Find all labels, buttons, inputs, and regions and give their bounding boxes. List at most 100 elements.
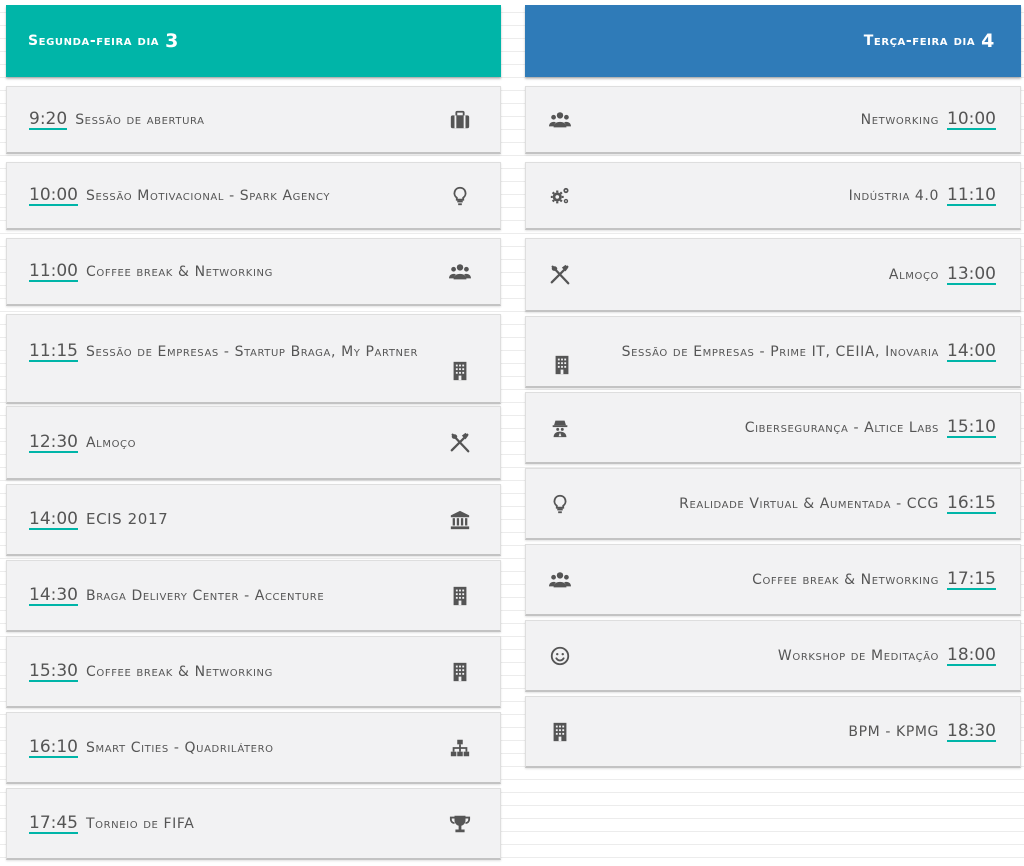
session-line: Workshop de Meditação 18:00 — [596, 646, 996, 666]
session-line: 14:00 ECIS 2017 — [29, 510, 430, 530]
session-line: BPM - KPMG 18:30 — [596, 722, 996, 742]
session-title: Sessão de Empresas - Prime IT, CEIIA, In… — [621, 343, 939, 360]
trophy-icon — [448, 812, 472, 836]
utensils-icon — [548, 263, 572, 287]
briefcase-icon — [448, 108, 472, 132]
session-title: Sessão Motivacional - Spark Agency — [86, 187, 331, 204]
user-secret-icon — [548, 416, 572, 440]
building-icon — [548, 720, 572, 744]
session-title: Coffee break & Networking — [86, 663, 273, 680]
utensils-icon — [448, 431, 472, 455]
day4-label: Terça-feira dia — [863, 33, 976, 49]
smile-icon — [548, 644, 572, 668]
session-line: 14:30 Braga Delivery Center - Accenture — [29, 586, 430, 606]
session-card[interactable]: Networking 10:00 — [525, 86, 1021, 154]
session-time[interactable]: 11:10 — [947, 186, 996, 206]
session-time[interactable]: 17:45 — [29, 814, 78, 834]
bank-icon — [448, 508, 472, 532]
lightbulb-icon — [448, 184, 472, 208]
sitemap-icon — [448, 736, 472, 760]
session-time[interactable]: 11:15 — [29, 342, 78, 362]
session-time[interactable]: 10:00 — [29, 186, 78, 206]
session-time[interactable]: 15:30 — [29, 662, 78, 682]
building-icon — [448, 584, 472, 608]
session-card[interactable]: Realidade Virtual & Aumentada - CCG 16:1… — [525, 468, 1021, 540]
session-title: Sessão de abertura — [75, 111, 205, 128]
session-title: BPM - KPMG — [848, 723, 939, 740]
session-line: 15:30 Coffee break & Networking — [29, 662, 430, 682]
cogs-icon — [548, 184, 572, 208]
session-title: Coffee break & Networking — [752, 571, 939, 588]
users-icon — [548, 108, 572, 132]
session-line: Realidade Virtual & Aumentada - CCG 16:1… — [596, 494, 996, 514]
session-card[interactable]: Workshop de Meditação 18:00 — [525, 620, 1021, 692]
day4-header[interactable]: Terça-feira dia 4 — [525, 5, 1021, 77]
session-time[interactable]: 16:15 — [947, 494, 996, 514]
session-line: 16:10 Smart Cities - Quadrilátero — [29, 738, 430, 758]
session-time[interactable]: 16:10 — [29, 738, 78, 758]
session-line: 9:20 Sessão de abertura — [29, 110, 430, 130]
session-time[interactable]: 14:30 — [29, 586, 78, 606]
session-card[interactable]: 14:00 ECIS 2017 — [6, 484, 501, 556]
building-icon — [448, 660, 472, 684]
session-line: 11:00 Coffee break & Networking — [29, 262, 430, 282]
session-time[interactable]: 18:00 — [947, 646, 996, 666]
session-title: Braga Delivery Center - Accenture — [86, 587, 325, 604]
session-card[interactable]: 12:30 Almoço — [6, 406, 501, 480]
session-time[interactable]: 17:15 — [947, 570, 996, 590]
session-card[interactable]: Indústria 4.0 11:10 — [525, 162, 1021, 230]
session-card[interactable]: 14:30 Braga Delivery Center - Accenture — [6, 560, 501, 632]
day3-header[interactable]: Segunda-feira dia 3 — [6, 5, 501, 77]
session-time[interactable]: 13:00 — [947, 265, 996, 285]
session-card[interactable]: 15:30 Coffee break & Networking — [6, 636, 501, 708]
session-title: ECIS 2017 — [86, 509, 169, 528]
session-line: 17:45 Torneio de FIFA — [29, 814, 430, 834]
session-line: Networking 10:00 — [596, 110, 996, 130]
session-title: Workshop de Meditação — [777, 647, 939, 664]
session-time[interactable]: 10:00 — [947, 110, 996, 130]
session-time[interactable]: 14:00 — [29, 510, 78, 530]
session-title: Almoço — [86, 434, 137, 451]
session-line: Coffee break & Networking 17:15 — [596, 570, 996, 590]
session-card[interactable]: 10:00 Sessão Motivacional - Spark Agency — [6, 162, 501, 230]
session-title: Coffee break & Networking — [86, 263, 273, 280]
session-card[interactable]: 16:10 Smart Cities - Quadrilátero — [6, 712, 501, 784]
users-icon — [448, 260, 472, 284]
session-time[interactable]: 9:20 — [29, 110, 68, 130]
session-line: Almoço 13:00 — [596, 265, 996, 285]
session-time[interactable]: 12:30 — [29, 433, 78, 453]
session-line: Sessão de Empresas - Prime IT, CEIIA, In… — [570, 342, 996, 362]
day3-label: Segunda-feira dia — [28, 33, 160, 49]
users-icon — [548, 568, 572, 592]
building-icon — [448, 359, 472, 383]
session-time[interactable]: 18:30 — [947, 722, 996, 742]
session-time[interactable]: 14:00 — [947, 342, 996, 362]
session-title: Realidade Virtual & Aumentada - CCG — [679, 495, 939, 512]
session-title: Indústria 4.0 — [848, 187, 939, 204]
session-title: Sessão de Empresas - Startup Braga, My P… — [86, 344, 419, 360]
day4-column: Terça-feira dia 4 Networking 10:00 Indús… — [525, 5, 1021, 768]
lightbulb-icon — [548, 492, 572, 516]
session-time[interactable]: 11:00 — [29, 262, 78, 282]
session-line: 11:15 Sessão de Empresas - Startup Braga… — [29, 342, 430, 362]
day3-number: 3 — [165, 30, 179, 52]
session-card[interactable]: 11:15 Sessão de Empresas - Startup Braga… — [6, 314, 501, 404]
day4-number: 4 — [981, 30, 995, 52]
session-card[interactable]: BPM - KPMG 18:30 — [525, 696, 1021, 768]
session-line: 12:30 Almoço — [29, 433, 430, 453]
session-card[interactable]: Sessão de Empresas - Prime IT, CEIIA, In… — [525, 316, 1021, 388]
session-line: 10:00 Sessão Motivacional - Spark Agency — [29, 186, 430, 206]
session-title: Almoço — [888, 266, 939, 283]
session-card[interactable]: 11:00 Coffee break & Networking — [6, 238, 501, 306]
session-card[interactable]: 17:45 Torneio de FIFA — [6, 788, 501, 860]
day3-column: Segunda-feira dia 3 9:20 Sessão de abert… — [6, 5, 501, 860]
session-title: Smart Cities - Quadrilátero — [86, 739, 274, 756]
session-time[interactable]: 15:10 — [947, 418, 996, 438]
session-line: Indústria 4.0 11:10 — [596, 186, 996, 206]
session-title: Torneio de FIFA — [86, 815, 195, 832]
session-card[interactable]: Almoço 13:00 — [525, 238, 1021, 312]
session-card[interactable]: Coffee break & Networking 17:15 — [525, 544, 1021, 616]
session-card[interactable]: Cibersegurança - Altice Labs 15:10 — [525, 392, 1021, 464]
session-line: Cibersegurança - Altice Labs 15:10 — [596, 418, 996, 438]
session-card[interactable]: 9:20 Sessão de abertura — [6, 86, 501, 154]
